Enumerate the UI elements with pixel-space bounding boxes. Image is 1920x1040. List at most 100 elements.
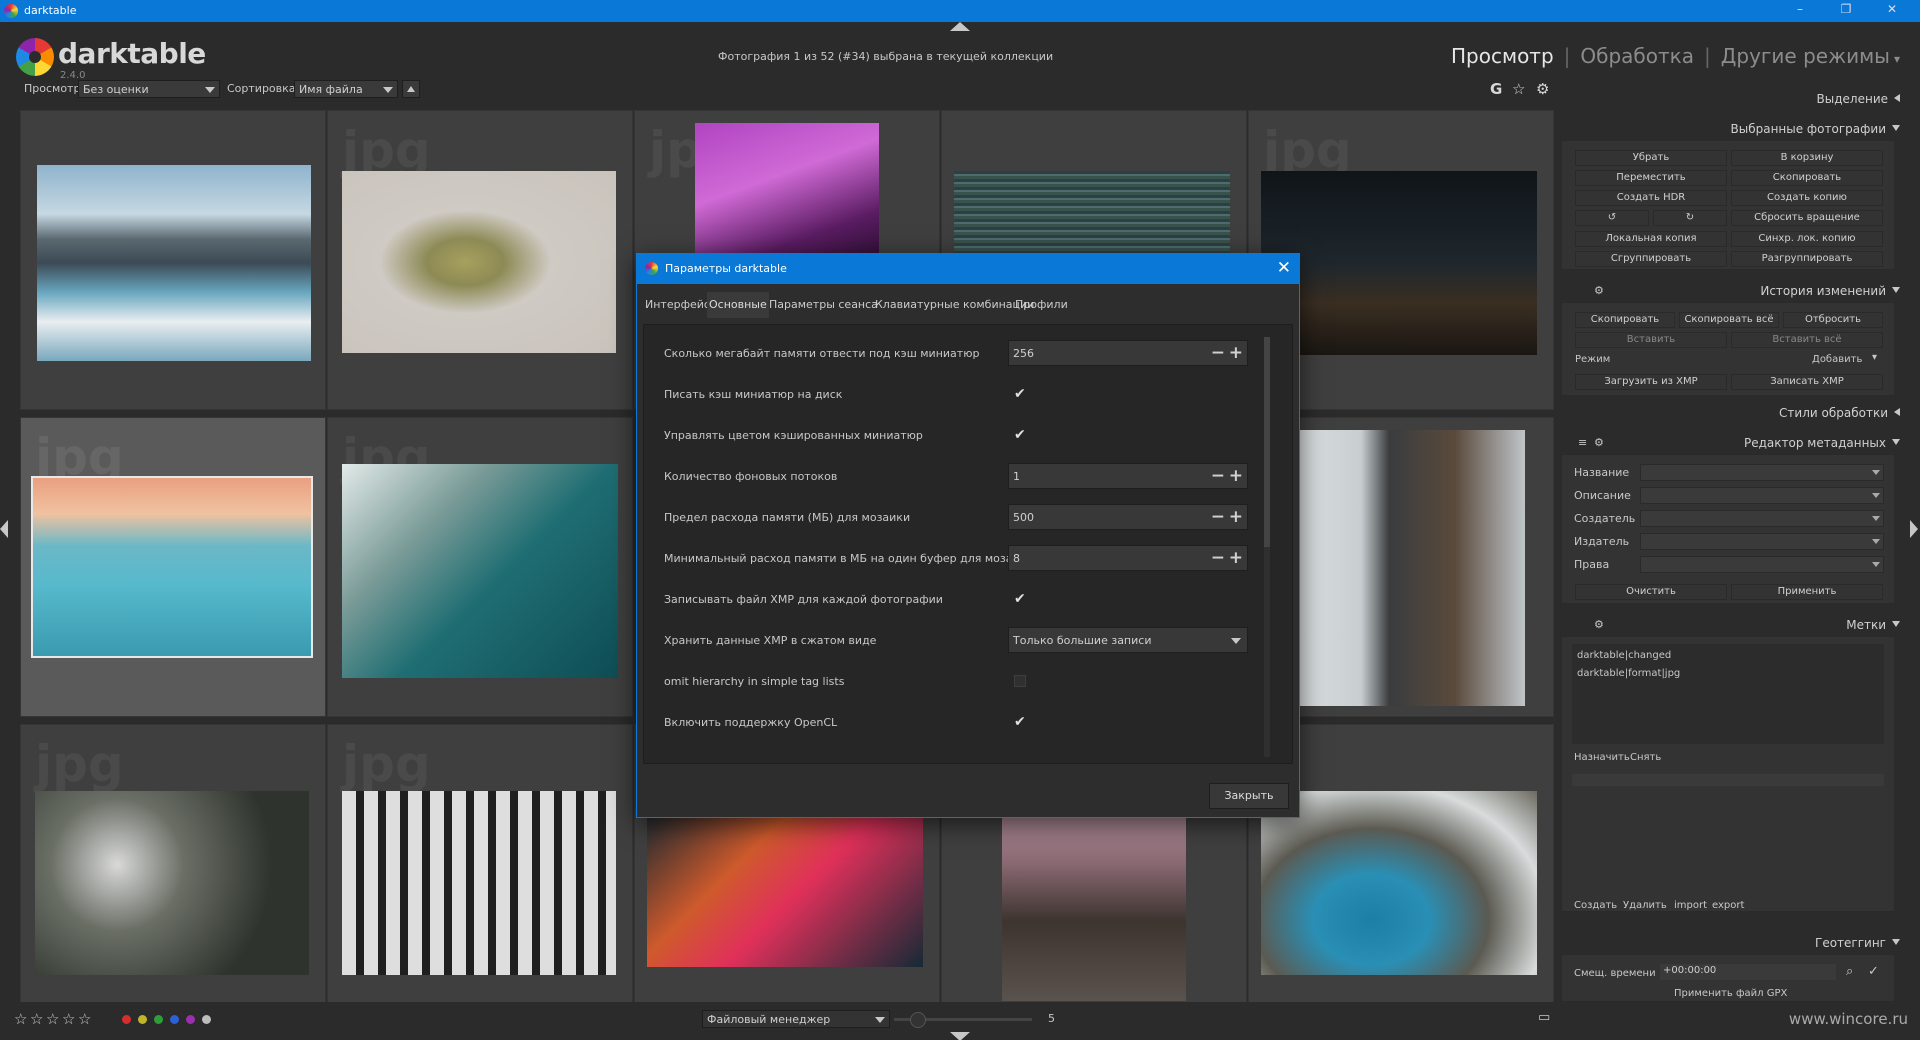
other-modes-dropdown-icon[interactable]: ▾ [1894, 52, 1900, 66]
layout-select[interactable]: Файловый менеджер [702, 1010, 890, 1028]
create-hdr-button[interactable]: Создать HDR [1575, 190, 1727, 206]
metadata-clear-button[interactable]: Очистить [1575, 584, 1727, 600]
tab-profiles[interactable]: Профили [1013, 292, 1070, 318]
tag-item[interactable]: darktable|format|jpg [1577, 668, 1680, 679]
photo-coastal-cliff[interactable] [1261, 791, 1537, 975]
color-label-red[interactable] [122, 1015, 131, 1024]
minimize-button[interactable]: – [1780, 2, 1820, 20]
cache-size-spinbox[interactable]: 256− + [1008, 340, 1248, 366]
photo-tree-road[interactable] [1002, 801, 1186, 1001]
scrollbar-thumb[interactable] [1264, 337, 1270, 547]
photo-aerial-waves[interactable] [342, 464, 618, 678]
tiling-buffer-spinbox[interactable]: 8− + [1008, 545, 1248, 571]
thumbnail-cell-selected[interactable]: jpg [20, 417, 326, 717]
maximize-button[interactable]: ❐ [1826, 2, 1866, 20]
threads-spinbox[interactable]: 1− + [1008, 463, 1248, 489]
thumbnail-cell[interactable]: jpg [327, 724, 633, 1024]
remove-button[interactable]: Убрать [1575, 150, 1727, 166]
grouping-icon[interactable]: G [1490, 80, 1502, 98]
overlay-star-icon[interactable]: ☆ [1512, 80, 1525, 98]
preset-icon[interactable]: ⚙ [1594, 284, 1604, 297]
expand-left-panel-arrow[interactable] [0, 520, 8, 538]
tag-create-button[interactable]: Создать [1574, 900, 1617, 911]
opencl-checkbox[interactable]: ✔ [1014, 714, 1026, 730]
photo-leaf[interactable] [342, 171, 616, 353]
history-discard-button[interactable]: Отбросить [1783, 312, 1883, 328]
thumbnail-cell[interactable]: jpg [327, 110, 633, 410]
section-tags-title[interactable]: Метки [1846, 618, 1900, 632]
collapse-bottom-panel-arrow[interactable] [950, 1032, 970, 1040]
load-xmp-button[interactable]: Загрузить из XMP [1575, 374, 1727, 390]
apply-gpx-button[interactable]: Применить файл GPX [1674, 988, 1787, 999]
section-history-title[interactable]: История изменений [1760, 284, 1900, 298]
tag-import-button[interactable]: import [1674, 900, 1707, 911]
search-icon[interactable]: ⌕ [1846, 964, 1853, 979]
rating-filter-select[interactable]: Без оценки [78, 80, 220, 98]
meta-creator-field[interactable] [1640, 510, 1884, 527]
history-copy-button[interactable]: Скопировать [1575, 312, 1675, 328]
preferences-gear-icon[interactable]: ⚙ [1536, 80, 1549, 98]
dialog-close-icon[interactable]: ✕ [1277, 258, 1291, 278]
metadata-preset-icon[interactable]: ⚙ [1594, 436, 1604, 449]
thumbnail-cell[interactable]: jpg [20, 724, 326, 1024]
section-selection-title[interactable]: Выделение [1817, 92, 1900, 106]
history-paste-button[interactable]: Вставить [1575, 332, 1727, 348]
tag-delete-button[interactable]: Удалить [1623, 900, 1667, 911]
color-label-yellow[interactable] [138, 1015, 147, 1024]
mode-other[interactable]: Другие режимы [1721, 44, 1890, 68]
photo-building-facade[interactable] [342, 791, 616, 975]
star-2-icon[interactable]: ☆ [30, 1010, 43, 1028]
photo-snowy-trees[interactable] [35, 791, 309, 975]
write-xmp-checkbox[interactable]: ✔ [1014, 591, 1026, 607]
tab-shortcuts[interactable]: Клавиатурные комбинации [873, 292, 1036, 318]
tiling-memory-spinbox[interactable]: 500− + [1008, 504, 1248, 530]
thumbnail-cell[interactable] [20, 110, 326, 410]
photo-code-screen[interactable] [954, 171, 1230, 263]
window-close-button[interactable]: ✕ [1872, 2, 1912, 20]
copy-button[interactable]: Скопировать [1731, 170, 1883, 186]
photo-neon-lights[interactable] [647, 801, 923, 967]
sort-select[interactable]: Имя файла [294, 80, 398, 98]
group-button[interactable]: Сгруппировать [1575, 251, 1727, 267]
photo-palms-purple[interactable] [695, 123, 879, 263]
collapse-right-panel-arrow[interactable] [1910, 520, 1918, 538]
move-button[interactable]: Переместить [1575, 170, 1727, 186]
zoom-value[interactable]: 5 [1048, 1012, 1055, 1025]
photo-night-mountains[interactable] [1261, 171, 1537, 355]
color-label-blue[interactable] [170, 1015, 179, 1024]
tags-preset-icon[interactable]: ⚙ [1594, 618, 1604, 631]
meta-description-field[interactable] [1640, 487, 1884, 504]
tab-general[interactable]: Основные [707, 292, 769, 318]
sort-direction-button[interactable] [402, 80, 420, 98]
photo-tv-room[interactable] [1291, 430, 1525, 706]
metadata-apply-button[interactable]: Применить [1731, 584, 1883, 600]
confirm-check-icon[interactable]: ✓ [1868, 964, 1879, 979]
section-geotag-title[interactable]: Геотеггинг [1815, 936, 1900, 950]
tag-item[interactable]: darktable|changed [1577, 650, 1671, 661]
write-xmp-button[interactable]: Записать XMP [1731, 374, 1883, 390]
color-label-green[interactable] [154, 1015, 163, 1024]
section-metadata-title[interactable]: Редактор метаданных [1744, 436, 1900, 450]
local-copy-button[interactable]: Локальная копия [1575, 231, 1727, 247]
history-copy-all-button[interactable]: Скопировать всё [1679, 312, 1779, 328]
duplicate-button[interactable]: Создать копию [1731, 190, 1883, 206]
dialog-close-button[interactable]: Закрыть [1209, 783, 1289, 809]
star-5-icon[interactable]: ☆ [78, 1010, 91, 1028]
tag-export-button[interactable]: export [1712, 900, 1744, 911]
color-label-purple[interactable] [186, 1015, 195, 1024]
tag-detach-button[interactable]: Снять [1630, 752, 1661, 763]
thumbnail-cell[interactable]: jpg [327, 417, 633, 717]
xmp-compression-select[interactable]: Только большие записи [1008, 627, 1248, 653]
photo-waterfall[interactable] [37, 165, 311, 361]
tab-interface[interactable]: Интерфейс [643, 292, 712, 318]
preferences-scrollbar[interactable] [1264, 337, 1270, 757]
star-1-icon[interactable]: ☆ [14, 1010, 27, 1028]
tag-attach-button[interactable]: Назначить [1574, 752, 1630, 763]
omit-hierarchy-checkbox[interactable] [1014, 675, 1026, 687]
tag-search-input[interactable] [1572, 774, 1884, 786]
section-styles-title[interactable]: Стили обработки [1779, 406, 1900, 420]
sync-local-copy-button[interactable]: Синхр. лок. копию [1731, 231, 1883, 247]
photo-sea-sunset[interactable] [31, 476, 313, 658]
mode-lighttable[interactable]: Просмотр [1451, 44, 1554, 68]
mode-dropdown-icon[interactable]: ▾ [1872, 352, 1877, 363]
